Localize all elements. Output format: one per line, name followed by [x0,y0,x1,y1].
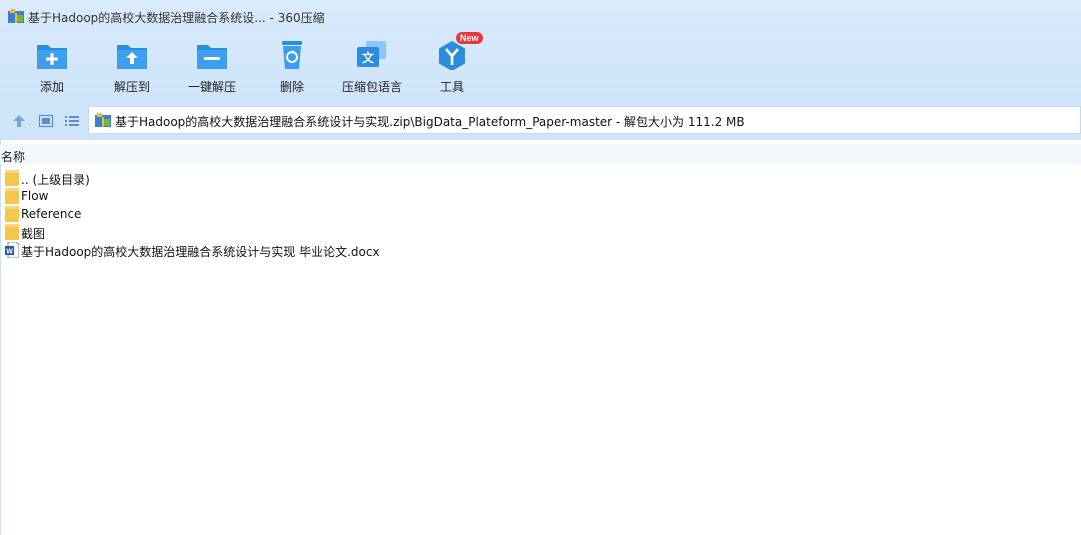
tools-button[interactable]: New 工具 [414,32,490,100]
path-text: 基于Hadoop的高校大数据治理融合系统设计与实现.zip\BigData_Pl… [115,115,745,129]
add-button[interactable]: 添加 [14,40,90,100]
title-bar: 基于Hadoop的高校大数据治理融合系统设... - 360压缩 [0,0,1081,32]
delete-button[interactable]: 删除 [254,40,330,100]
column-name-label: 名称 [1,150,26,164]
archive-language-button[interactable]: 文 压缩包语言 [334,40,410,100]
up-arrow-icon[interactable] [11,113,27,129]
one-click-extract-button[interactable]: 一键解压 [174,40,250,100]
svg-text:文: 文 [362,50,375,65]
list-item-parent-dir[interactable]: .. (上级目录) [3,169,603,187]
list-item-flow[interactable]: Flow [3,187,603,205]
add-folder-icon [37,45,67,69]
svg-text:W: W [6,249,13,256]
item-name: .. (上级目录) [21,173,90,187]
list-item-screenshots[interactable]: 截图 [3,223,603,241]
extract-to-label: 解压到 [113,80,150,94]
item-name: Reference [21,207,82,221]
tools-label: 工具 [439,80,464,94]
folder-icon [5,170,19,186]
list-item-thesis-docx[interactable]: W 基于Hadoop的高校大数据治理融合系统设计与实现 毕业论文.docx [3,241,603,259]
item-name: 基于Hadoop的高校大数据治理融合系统设计与实现 毕业论文.docx [21,245,380,259]
add-label: 添加 [39,80,64,94]
list-item-reference[interactable]: Reference [3,205,603,223]
new-badge: New [456,32,483,44]
one-click-extract-icon [197,45,227,69]
delete-label: 删除 [279,80,304,94]
extract-to-button[interactable]: 解压到 [94,40,170,100]
archive-language-label: 压缩包语言 [341,80,402,94]
archive-icon [95,113,111,127]
tools-icon [439,41,465,70]
folder-icon [5,206,19,222]
language-icon: 文 [357,41,386,67]
column-header-name[interactable]: 名称 [0,144,1081,164]
extract-folder-icon [117,45,147,69]
list-view-icon[interactable] [64,113,80,129]
recycle-bin-icon [282,41,302,69]
word-document-icon: W [5,242,19,258]
archive-app-icon [8,9,24,23]
item-name: 截图 [21,227,46,241]
toolbar: 添加 解压到 一键解压 删除 文 压缩包语言 New 工具 [0,32,1081,102]
thumbnail-view-icon[interactable] [38,113,54,129]
folder-icon [5,224,19,240]
one-click-extract-label: 一键解压 [187,80,236,94]
path-field[interactable]: 基于Hadoop的高校大数据治理融合系统设计与实现.zip\BigData_Pl… [88,106,1081,134]
folder-icon [5,188,19,204]
window-title: 基于Hadoop的高校大数据治理融合系统设... - 360压缩 [28,11,325,25]
item-name: Flow [21,189,49,203]
